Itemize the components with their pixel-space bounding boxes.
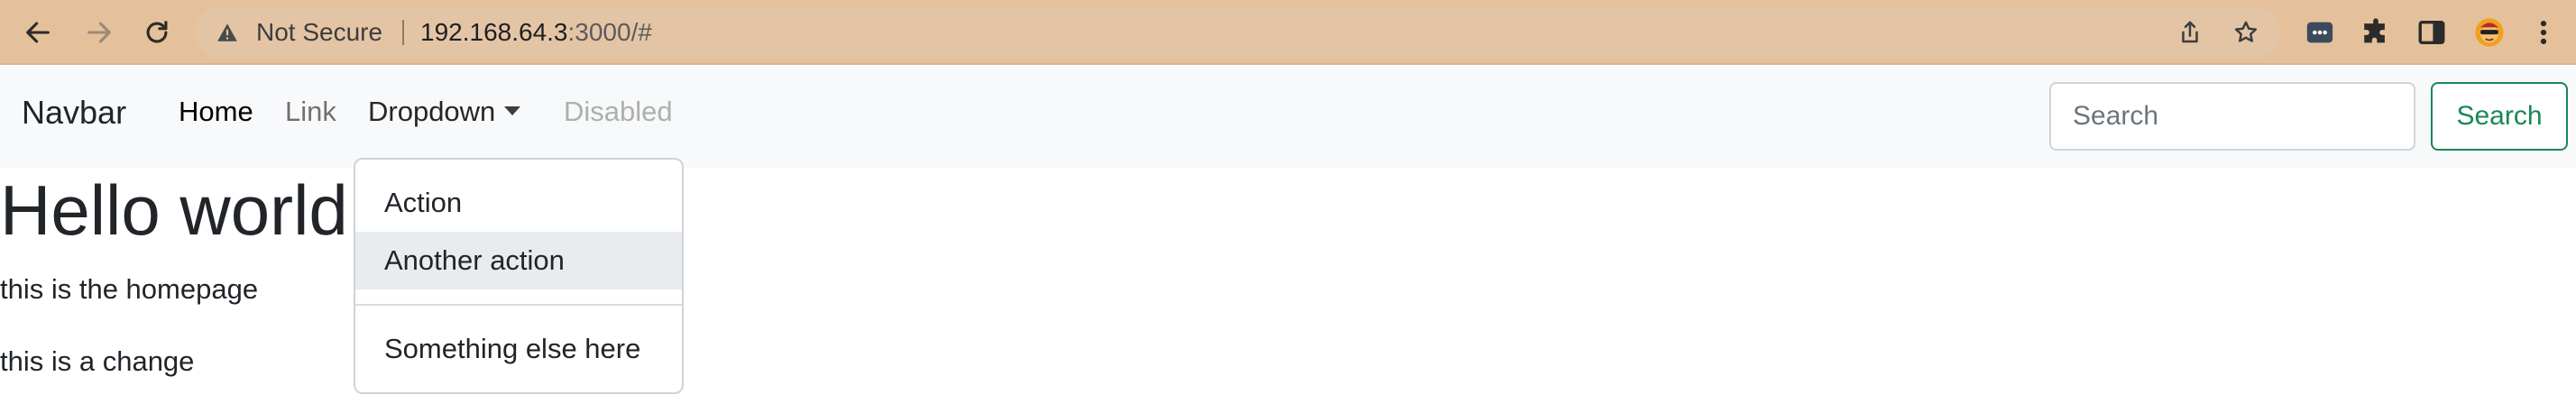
dropdown-menu: Action Another action Something else her… — [354, 158, 684, 394]
url-text[interactable]: 192.168.64.3:3000/# — [420, 7, 652, 58]
back-button[interactable] — [14, 9, 61, 56]
nav-dropdown-toggle[interactable]: Dropdown — [368, 96, 521, 128]
nav-dropdown-label: Dropdown — [368, 96, 496, 127]
dropdown-item-action[interactable]: Action — [355, 174, 682, 232]
security-label[interactable]: Not Secure — [256, 7, 382, 58]
password-manager-icon[interactable] — [2302, 14, 2338, 50]
nav-link-disabled: Disabled — [564, 96, 673, 127]
browser-toolbar: Not Secure 192.168.64.3:3000/# — [0, 0, 2576, 65]
reload-icon — [146, 21, 168, 43]
address-bar[interactable]: Not Secure 192.168.64.3:3000/# — [195, 7, 2280, 58]
share-icon[interactable] — [2174, 16, 2206, 49]
warning-icon — [213, 18, 242, 47]
side-panel-icon[interactable] — [2414, 14, 2450, 50]
omnibox-divider — [402, 20, 404, 45]
nav-link-link[interactable]: Link — [285, 96, 336, 128]
reload-button[interactable] — [133, 9, 180, 56]
caret-down-icon — [504, 106, 521, 115]
bookmark-star-icon[interactable] — [2230, 16, 2262, 49]
arrow-right-icon — [87, 22, 111, 43]
url-host: 192.168.64.3 — [420, 18, 568, 46]
arrow-left-icon — [26, 22, 50, 43]
url-path: :3000/# — [567, 18, 652, 46]
dropdown-item-another-action[interactable]: Another action — [355, 232, 682, 289]
browser-menu-icon[interactable] — [2525, 14, 2562, 50]
paragraph-homepage: this is the homepage — [0, 273, 259, 305]
search-input[interactable] — [2049, 82, 2415, 151]
site-navbar: Navbar Home Link Dropdown Disabled Searc… — [0, 67, 2576, 168]
nav-link-home[interactable]: Home — [179, 96, 253, 128]
profile-avatar-icon[interactable] — [2471, 14, 2507, 50]
forward-button[interactable] — [76, 9, 123, 56]
extensions-puzzle-icon[interactable] — [2358, 14, 2394, 50]
search-button[interactable]: Search — [2431, 82, 2568, 151]
dropdown-item-something-else[interactable]: Something else here — [355, 320, 682, 378]
page-heading: Hello world — [0, 170, 348, 250]
paragraph-change: this is a change — [0, 345, 195, 377]
navbar-brand[interactable]: Navbar — [22, 94, 126, 132]
dropdown-divider — [355, 304, 682, 306]
